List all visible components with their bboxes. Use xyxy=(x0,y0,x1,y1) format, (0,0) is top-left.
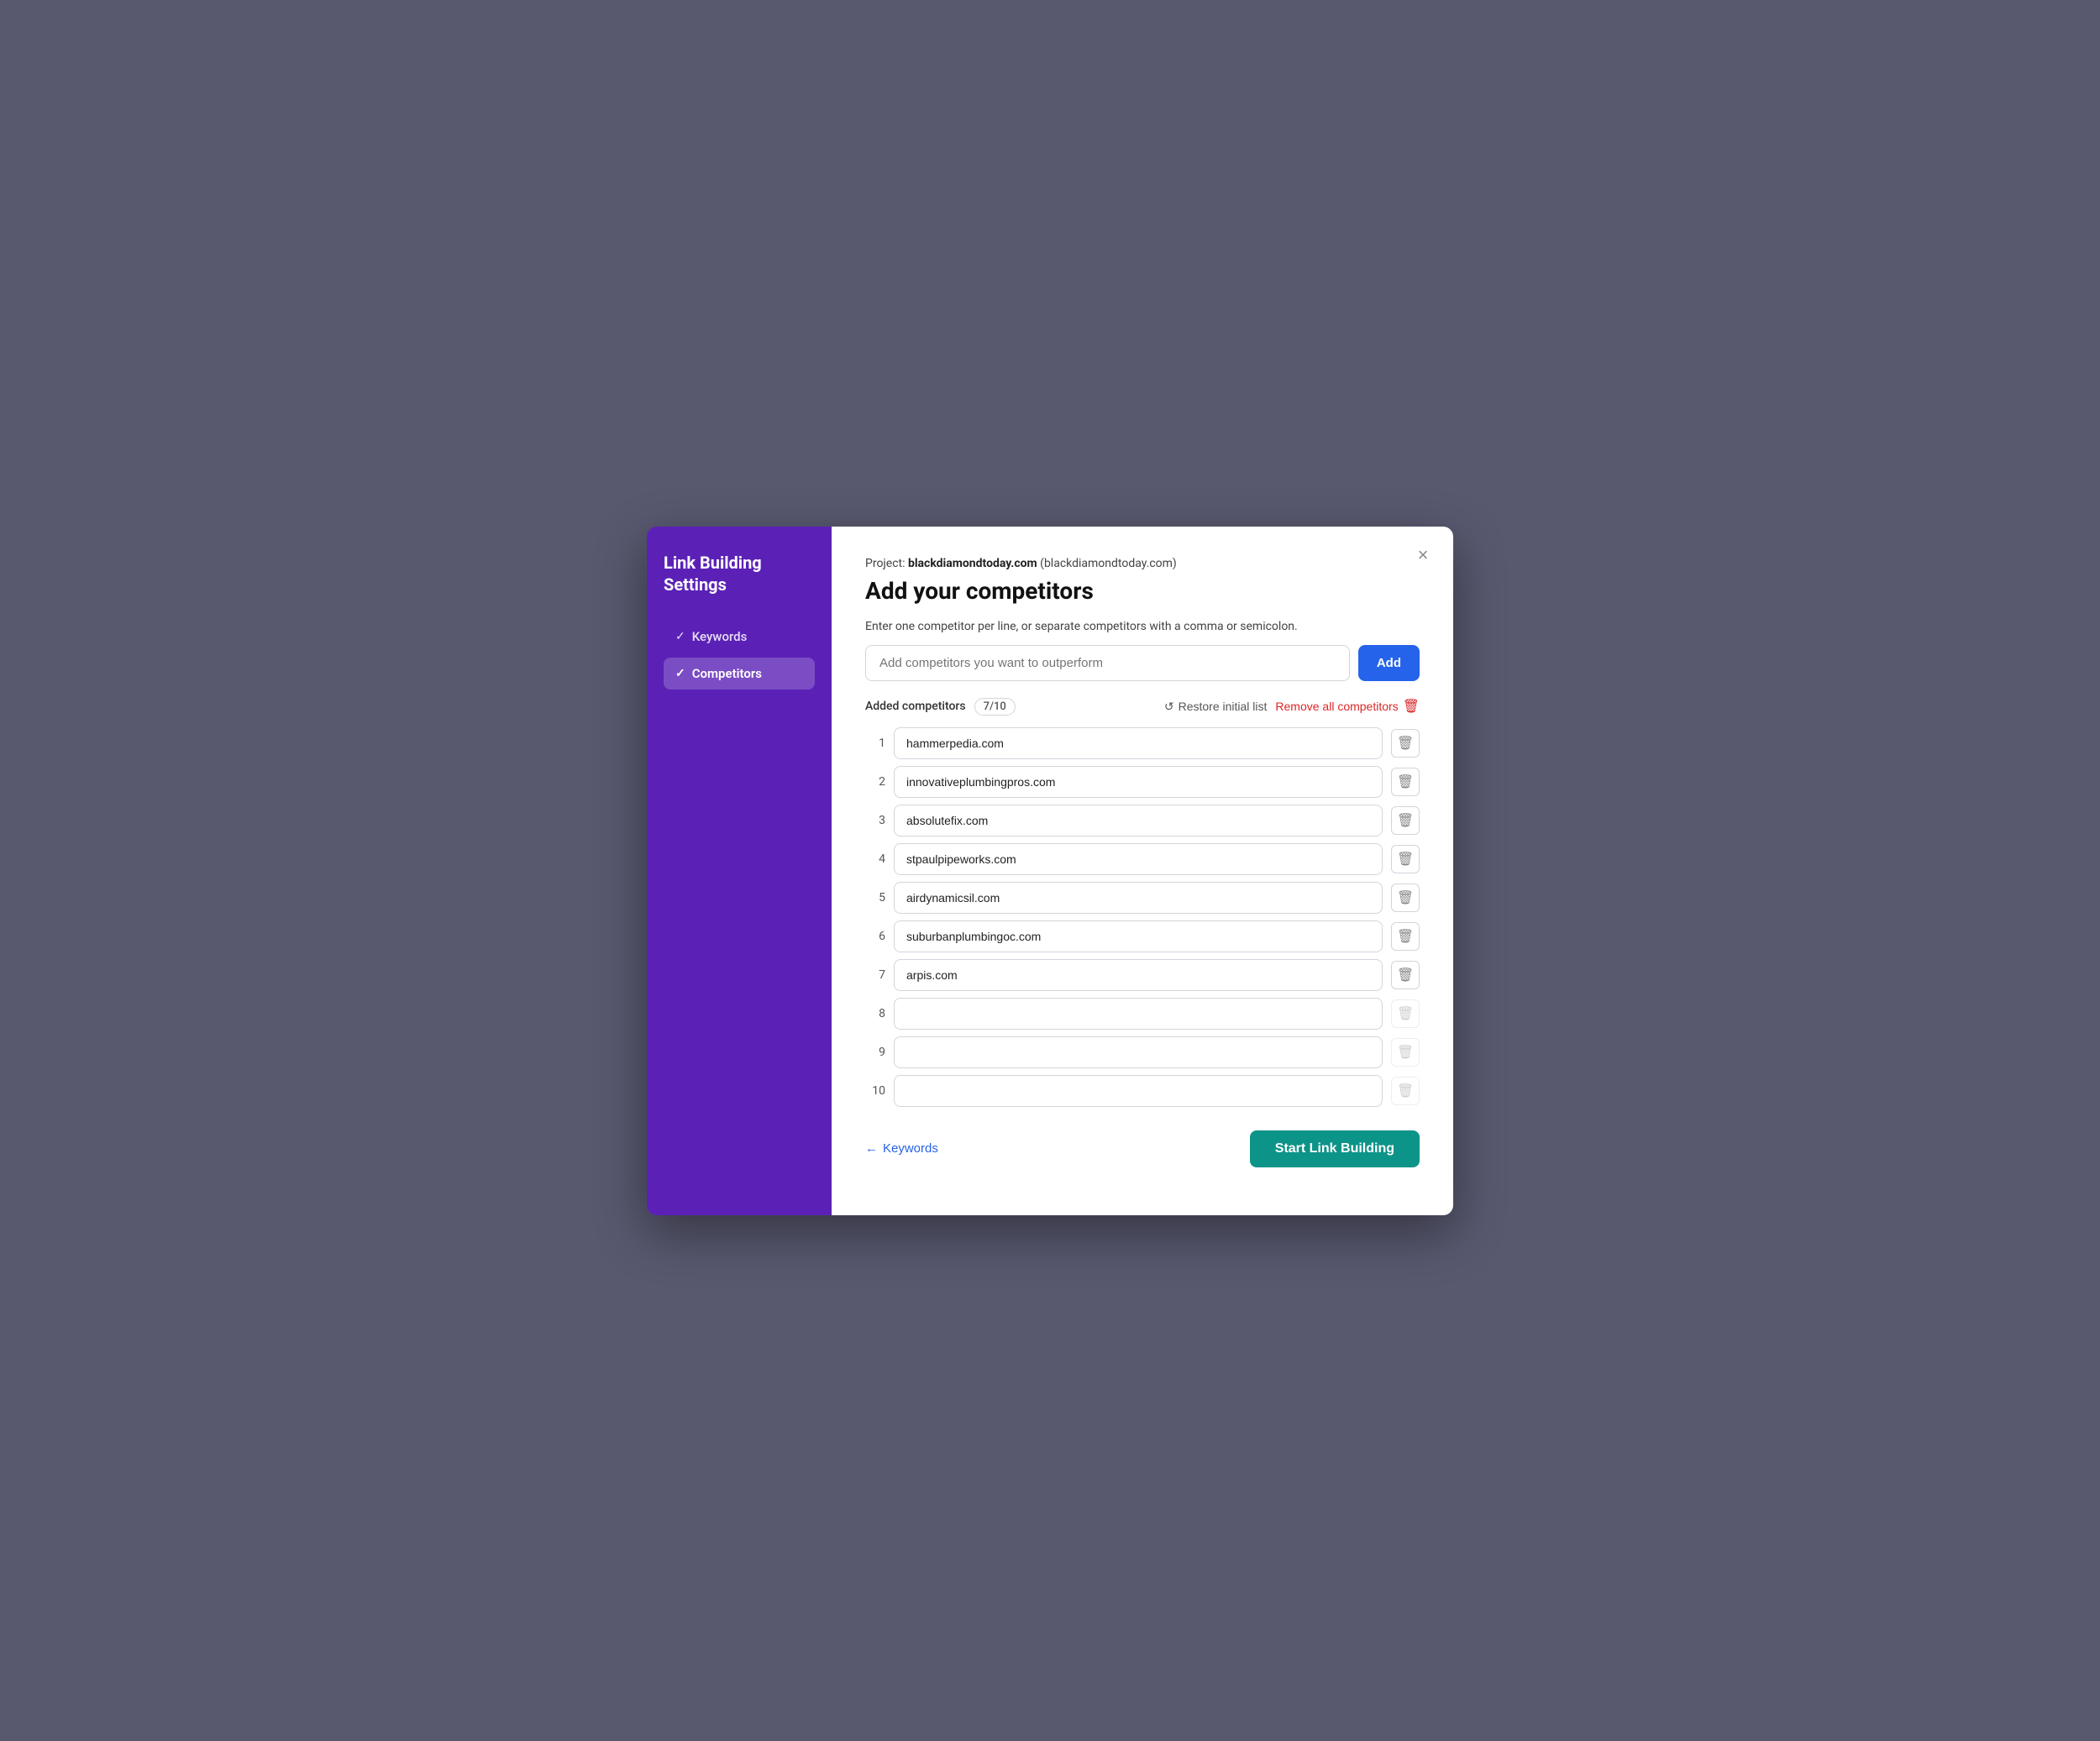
sidebar-keywords-label: Keywords xyxy=(692,629,748,644)
delete-button-4[interactable]: 🗑 xyxy=(1391,845,1420,873)
row-number: 1 xyxy=(865,737,885,750)
delete-button-5[interactable]: 🗑 xyxy=(1391,884,1420,912)
delete-button-6[interactable]: 🗑 xyxy=(1391,922,1420,951)
competitors-check-icon: ✓ xyxy=(675,667,685,680)
competitor-field-10[interactable] xyxy=(894,1075,1383,1107)
added-competitors-label: Added competitors xyxy=(865,700,966,713)
project-label: Project: blackdiamondtoday.com (blackdia… xyxy=(865,557,1420,570)
delete-button-8: 🗑 xyxy=(1391,999,1420,1028)
competitor-field-3[interactable] xyxy=(894,805,1383,836)
remove-all-label: Remove all competitors xyxy=(1275,700,1398,713)
delete-button-2[interactable]: 🗑 xyxy=(1391,768,1420,796)
trash-icon: 🗑 xyxy=(1397,967,1414,983)
trash-icon: 🗑 xyxy=(1397,1044,1414,1061)
delete-button-3[interactable]: 🗑 xyxy=(1391,806,1420,835)
restore-button[interactable]: ↺ Restore initial list xyxy=(1164,700,1268,714)
table-row: 4🗑 xyxy=(865,843,1420,875)
modal-wrapper: Link Building Settings ✓ Keywords ✓ Comp… xyxy=(647,527,1453,1215)
back-button[interactable]: ← Keywords xyxy=(865,1141,938,1156)
competitor-field-4[interactable] xyxy=(894,843,1383,875)
competitor-field-2[interactable] xyxy=(894,766,1383,798)
main-content: × Project: blackdiamondtoday.com (blackd… xyxy=(832,527,1453,1215)
trash-icon: 🗑 xyxy=(1397,889,1414,906)
restore-icon: ↺ xyxy=(1164,700,1174,714)
trash-icon: 🗑 xyxy=(1397,773,1414,790)
page-title: Add your competitors xyxy=(865,577,1420,605)
row-number: 7 xyxy=(865,968,885,982)
row-number: 4 xyxy=(865,852,885,866)
table-row: 1🗑 xyxy=(865,727,1420,759)
competitor-field-7[interactable] xyxy=(894,959,1383,991)
competitor-field-9[interactable] xyxy=(894,1036,1383,1068)
competitor-field-1[interactable] xyxy=(894,727,1383,759)
trash-icon: 🗑 xyxy=(1397,851,1414,868)
delete-button-9: 🗑 xyxy=(1391,1038,1420,1067)
trash-icon: 🗑 xyxy=(1397,928,1414,945)
delete-button-7[interactable]: 🗑 xyxy=(1391,961,1420,989)
project-name: blackdiamondtoday.com xyxy=(908,557,1037,570)
competitors-header: Added competitors 7/10 ↺ Restore initial… xyxy=(865,698,1420,716)
row-number: 9 xyxy=(865,1046,885,1059)
restore-label: Restore initial list xyxy=(1179,700,1268,713)
row-number: 8 xyxy=(865,1007,885,1020)
start-link-building-button[interactable]: Start Link Building xyxy=(1250,1130,1420,1167)
sidebar-item-keywords[interactable]: ✓ Keywords xyxy=(664,621,815,653)
row-number: 2 xyxy=(865,775,885,789)
table-row: 10 🗑 xyxy=(865,1075,1420,1107)
delete-button-10: 🗑 xyxy=(1391,1077,1420,1105)
footer-row: ← Keywords Start Link Building xyxy=(865,1130,1420,1167)
trash-icon: 🗑 xyxy=(1397,735,1414,752)
trash-icon-red: 🗑 xyxy=(1403,698,1420,715)
competitor-field-5[interactable] xyxy=(894,882,1383,914)
trash-icon: 🗑 xyxy=(1397,1083,1414,1099)
trash-icon: 🗑 xyxy=(1397,1005,1414,1022)
competitor-field-6[interactable] xyxy=(894,920,1383,952)
table-row: 9🗑 xyxy=(865,1036,1420,1068)
count-badge: 7/10 xyxy=(974,698,1016,716)
row-number: 3 xyxy=(865,814,885,827)
sidebar-item-competitors[interactable]: ✓ Competitors xyxy=(664,658,815,690)
row-number: 10 xyxy=(865,1084,885,1098)
row-number: 6 xyxy=(865,930,885,943)
competitor-field-8[interactable] xyxy=(894,998,1383,1030)
instruction-text: Enter one competitor per line, or separa… xyxy=(865,620,1420,633)
add-button[interactable]: Add xyxy=(1358,645,1420,681)
close-button[interactable]: × xyxy=(1410,542,1436,569)
main-input-row: Add xyxy=(865,645,1420,681)
remove-all-button[interactable]: Remove all competitors 🗑 xyxy=(1275,698,1420,715)
trash-icon: 🗑 xyxy=(1397,812,1414,829)
table-row: 7🗑 xyxy=(865,959,1420,991)
row-number: 5 xyxy=(865,891,885,905)
competitors-list: 1🗑2🗑3🗑4🗑5🗑6🗑7🗑8🗑9🗑10🗑 xyxy=(865,727,1420,1107)
table-row: 3🗑 xyxy=(865,805,1420,836)
delete-button-1[interactable]: 🗑 xyxy=(1391,729,1420,758)
back-arrow-icon: ← xyxy=(865,1141,878,1156)
table-row: 8🗑 xyxy=(865,998,1420,1030)
competitor-main-input[interactable] xyxy=(865,645,1350,681)
table-row: 2🗑 xyxy=(865,766,1420,798)
sidebar-competitors-label: Competitors xyxy=(692,666,762,681)
keywords-check-icon: ✓ xyxy=(675,630,685,643)
project-domain: (blackdiamondtoday.com) xyxy=(1040,557,1177,570)
table-row: 6🗑 xyxy=(865,920,1420,952)
sidebar: Link Building Settings ✓ Keywords ✓ Comp… xyxy=(647,527,832,1215)
back-button-label: Keywords xyxy=(883,1141,938,1156)
table-row: 5🗑 xyxy=(865,882,1420,914)
sidebar-title: Link Building Settings xyxy=(664,552,815,595)
